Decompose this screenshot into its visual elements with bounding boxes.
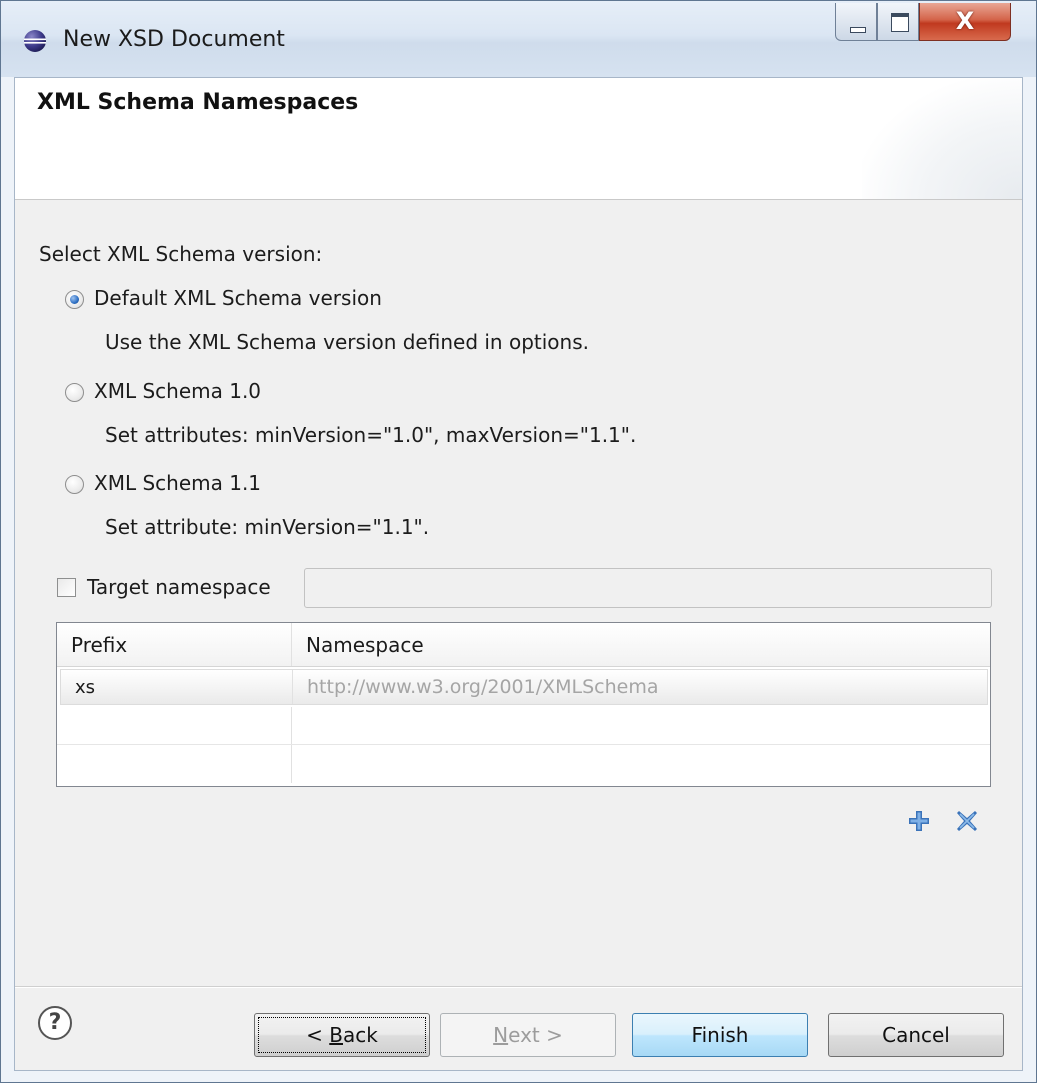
back-button-mnemonic: B — [329, 1023, 343, 1047]
back-button[interactable]: < Back — [254, 1013, 430, 1057]
dialog-window: New XSD Document X XML Schema Namespaces… — [0, 0, 1037, 1083]
table-row[interactable]: xs http://www.w3.org/2001/XMLSchema — [60, 669, 988, 705]
title-bar[interactable]: New XSD Document X — [1, 1, 1036, 77]
next-button[interactable]: Next > — [440, 1013, 616, 1057]
maximize-icon — [878, 3, 918, 40]
radio-default-version-label[interactable]: Default XML Schema version — [94, 286, 382, 310]
wizard-header: XML Schema Namespaces — [15, 78, 1022, 200]
add-icon[interactable] — [908, 810, 930, 832]
cancel-button[interactable]: Cancel — [828, 1013, 1004, 1057]
close-icon: X — [955, 7, 975, 35]
eclipse-icon — [24, 30, 46, 52]
close-button[interactable]: X — [919, 3, 1011, 41]
column-header-namespace[interactable]: Namespace — [292, 623, 990, 666]
cell-prefix[interactable] — [57, 745, 292, 783]
target-namespace-label[interactable]: Target namespace — [87, 575, 271, 599]
next-button-label: ext > — [508, 1023, 563, 1047]
radio-schema-1-0-label[interactable]: XML Schema 1.0 — [94, 379, 261, 403]
default-version-description: Use the XML Schema version defined in op… — [105, 330, 589, 354]
window-title: New XSD Document — [63, 27, 285, 52]
cell-prefix[interactable] — [57, 707, 292, 744]
help-icon[interactable]: ? — [38, 1006, 72, 1040]
cell-namespace[interactable] — [292, 745, 990, 783]
table-header: Prefix Namespace — [57, 623, 990, 667]
radio-schema-1-1-label[interactable]: XML Schema 1.1 — [94, 471, 261, 495]
back-button-prefix: < — [306, 1023, 330, 1047]
target-namespace-checkbox[interactable] — [57, 578, 76, 597]
minimize-icon — [836, 3, 876, 40]
page-title: XML Schema Namespaces — [37, 90, 359, 115]
back-button-label: ack — [343, 1023, 378, 1047]
column-header-prefix[interactable]: Prefix — [57, 623, 292, 666]
schema-1-0-description: Set attributes: minVersion="1.0", maxVer… — [105, 423, 637, 447]
header-banner-graphic — [862, 78, 1022, 199]
radio-schema-1-0[interactable] — [65, 383, 84, 402]
version-prompt: Select XML Schema version: — [39, 242, 323, 266]
cell-namespace[interactable] — [292, 707, 990, 744]
footer-separator — [15, 986, 1022, 988]
target-namespace-input[interactable] — [304, 568, 992, 608]
cell-namespace[interactable]: http://www.w3.org/2001/XMLSchema — [293, 670, 990, 704]
minimize-button[interactable] — [835, 3, 877, 41]
radio-default-version[interactable] — [65, 290, 84, 309]
dialog-content: XML Schema Namespaces Select XML Schema … — [14, 77, 1023, 1071]
remove-icon[interactable] — [956, 810, 978, 832]
table-row[interactable] — [57, 707, 990, 745]
table-row[interactable] — [57, 745, 990, 783]
cell-prefix[interactable]: xs — [61, 670, 293, 704]
finish-button[interactable]: Finish — [632, 1013, 808, 1057]
maximize-button[interactable] — [877, 3, 919, 41]
next-button-mnemonic: N — [493, 1023, 509, 1047]
schema-1-1-description: Set attribute: minVersion="1.1". — [105, 515, 430, 539]
namespace-table[interactable]: Prefix Namespace xs http://www.w3.org/20… — [56, 622, 991, 787]
radio-schema-1-1[interactable] — [65, 475, 84, 494]
